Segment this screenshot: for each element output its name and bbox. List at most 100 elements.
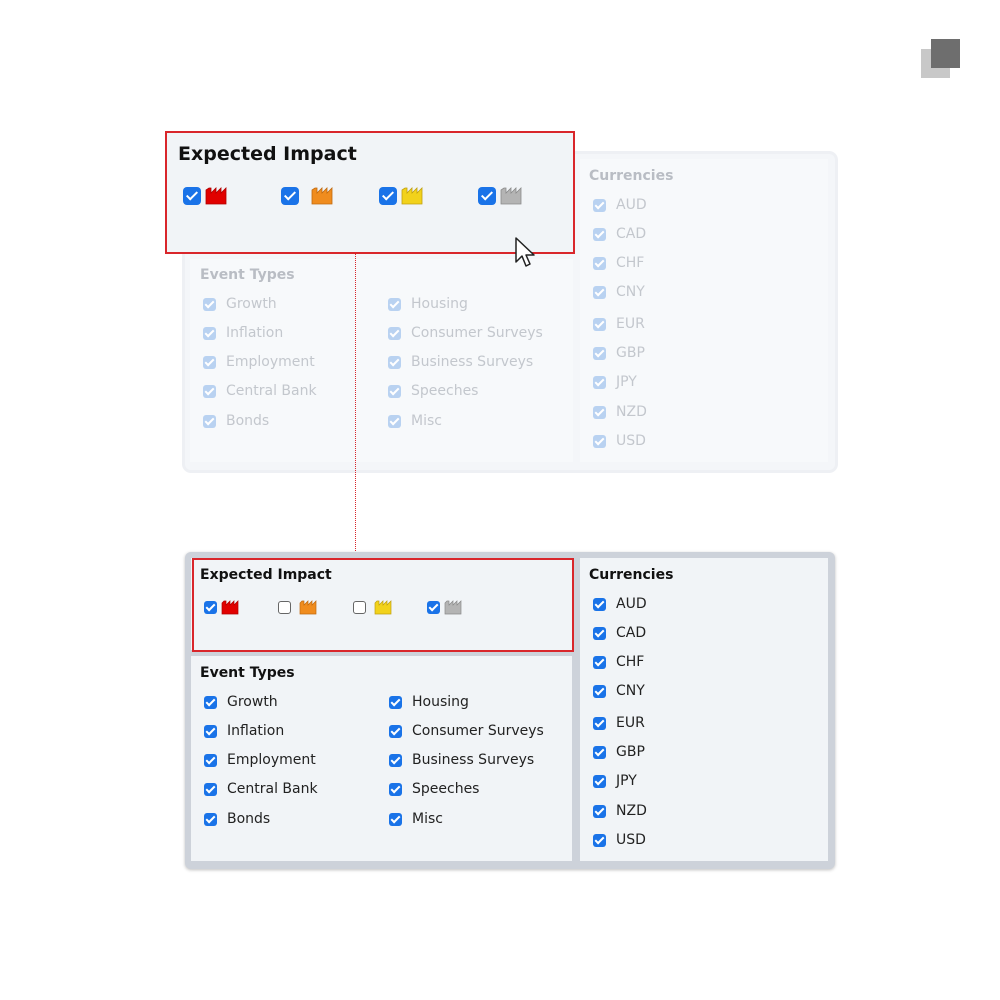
checkbox-label: Employment bbox=[227, 752, 316, 768]
checkbox-consumer-surveys[interactable]: Consumer Surveys bbox=[389, 723, 544, 739]
checkbox-inflation[interactable]: Inflation bbox=[203, 325, 283, 341]
checkbox[interactable] bbox=[203, 414, 216, 428]
checkbox[interactable] bbox=[204, 812, 217, 826]
checkbox[interactable] bbox=[379, 187, 397, 205]
checkbox-growth[interactable]: Growth bbox=[203, 296, 277, 312]
checkbox-inflation[interactable]: Inflation bbox=[204, 723, 284, 739]
checkbox[interactable] bbox=[204, 695, 217, 709]
checkbox[interactable] bbox=[593, 597, 606, 611]
checkbox-label: CHF bbox=[616, 654, 645, 670]
callout-impact-none[interactable] bbox=[478, 187, 524, 205]
checkbox-gbp[interactable]: GBP bbox=[593, 744, 645, 760]
checkbox[interactable] bbox=[593, 346, 606, 360]
checkbox-bonds[interactable]: Bonds bbox=[203, 413, 269, 429]
factory-orange-icon bbox=[311, 187, 333, 205]
checkbox-housing[interactable]: Housing bbox=[389, 694, 469, 710]
checkbox[interactable] bbox=[388, 326, 401, 340]
checkbox[interactable] bbox=[204, 724, 217, 738]
checkbox[interactable] bbox=[388, 384, 401, 398]
checkbox[interactable] bbox=[593, 285, 606, 299]
checkbox-bonds[interactable]: Bonds bbox=[204, 811, 270, 827]
checkbox[interactable] bbox=[593, 804, 606, 818]
checkbox-label: GBP bbox=[616, 345, 645, 361]
checkbox-eur[interactable]: EUR bbox=[593, 316, 645, 332]
checkbox-nzd[interactable]: NZD bbox=[593, 404, 647, 420]
checkbox-usd[interactable]: USD bbox=[593, 433, 646, 449]
checkbox-misc[interactable]: Misc bbox=[388, 413, 442, 429]
event-types-section: Event Types Growth Inflation Employment … bbox=[191, 656, 572, 861]
checkbox-consumer-surveys[interactable]: Consumer Surveys bbox=[388, 325, 543, 341]
checkbox[interactable] bbox=[183, 187, 201, 205]
checkbox-housing[interactable]: Housing bbox=[388, 296, 468, 312]
checkbox[interactable] bbox=[593, 655, 606, 669]
checkbox-speeches[interactable]: Speeches bbox=[388, 383, 478, 399]
checkbox[interactable] bbox=[593, 833, 606, 847]
checkbox[interactable] bbox=[593, 317, 606, 331]
callout-impact-low[interactable] bbox=[379, 187, 425, 205]
checkbox[interactable] bbox=[389, 724, 402, 738]
checkbox[interactable] bbox=[593, 405, 606, 419]
checkbox-aud[interactable]: AUD bbox=[593, 596, 647, 612]
checkbox-cny[interactable]: CNY bbox=[593, 284, 645, 300]
checkbox-cad[interactable]: CAD bbox=[593, 625, 646, 641]
checkbox[interactable] bbox=[204, 782, 217, 796]
checkbox-nzd[interactable]: NZD bbox=[593, 803, 647, 819]
checkbox-jpy[interactable]: JPY bbox=[593, 773, 637, 789]
checkbox[interactable] bbox=[593, 774, 606, 788]
checkbox[interactable] bbox=[389, 812, 402, 826]
checkbox-usd[interactable]: USD bbox=[593, 832, 646, 848]
checkbox[interactable] bbox=[593, 434, 606, 448]
callout-impact-high[interactable] bbox=[183, 187, 229, 205]
checkbox[interactable] bbox=[388, 414, 401, 428]
currencies-heading: Currencies bbox=[589, 567, 674, 583]
checkbox[interactable] bbox=[593, 256, 606, 270]
checkbox-business-surveys[interactable]: Business Surveys bbox=[388, 354, 533, 370]
checkbox-eur[interactable]: EUR bbox=[593, 715, 645, 731]
callout-impact-medium[interactable] bbox=[281, 187, 335, 205]
checkbox[interactable] bbox=[593, 716, 606, 730]
checkbox[interactable] bbox=[593, 745, 606, 759]
checkbox-label: CHF bbox=[616, 255, 645, 271]
checkbox-chf[interactable]: CHF bbox=[593, 255, 644, 271]
checkbox-label: Growth bbox=[227, 694, 278, 710]
checkbox-central-bank[interactable]: Central Bank bbox=[203, 383, 317, 399]
checkbox-cad[interactable]: CAD bbox=[593, 226, 646, 242]
checkbox[interactable] bbox=[203, 355, 216, 369]
checkbox-employment[interactable]: Employment bbox=[203, 354, 315, 370]
checkbox[interactable] bbox=[593, 198, 606, 212]
checkbox[interactable] bbox=[281, 187, 299, 205]
checkbox-label: Growth bbox=[226, 296, 277, 312]
checkbox-aud[interactable]: AUD bbox=[593, 197, 647, 213]
checkbox-employment[interactable]: Employment bbox=[204, 752, 316, 768]
checkbox-label: EUR bbox=[616, 715, 645, 731]
checkbox[interactable] bbox=[593, 684, 606, 698]
checkbox-business-surveys[interactable]: Business Surveys bbox=[389, 752, 534, 768]
checkbox[interactable] bbox=[204, 753, 217, 767]
checkbox-misc[interactable]: Misc bbox=[389, 811, 443, 827]
checkbox[interactable] bbox=[388, 297, 401, 311]
checkbox-label: Misc bbox=[411, 413, 442, 429]
checkbox-gbp[interactable]: GBP bbox=[593, 345, 645, 361]
checkbox-label: JPY bbox=[616, 374, 637, 390]
checkbox[interactable] bbox=[389, 782, 402, 796]
checkbox[interactable] bbox=[388, 355, 401, 369]
checkbox[interactable] bbox=[203, 297, 216, 311]
checkbox[interactable] bbox=[203, 326, 216, 340]
factory-gray-icon bbox=[500, 187, 522, 205]
checkbox-growth[interactable]: Growth bbox=[204, 694, 278, 710]
checkbox-chf[interactable]: CHF bbox=[593, 654, 644, 670]
checkbox[interactable] bbox=[593, 626, 606, 640]
checkbox-label: Inflation bbox=[227, 723, 285, 739]
currencies-section-faded: Currencies AUD CAD CHF CNY EUR GBP JPY N… bbox=[580, 159, 828, 462]
checkbox[interactable] bbox=[478, 187, 496, 205]
checkbox[interactable] bbox=[593, 375, 606, 389]
checkbox-speeches[interactable]: Speeches bbox=[389, 781, 479, 797]
checkbox[interactable] bbox=[389, 753, 402, 767]
checkbox[interactable] bbox=[389, 695, 402, 709]
checkbox[interactable] bbox=[203, 384, 216, 398]
checkbox[interactable] bbox=[593, 227, 606, 241]
checkbox-jpy[interactable]: JPY bbox=[593, 374, 637, 390]
checkbox-label: Misc bbox=[412, 811, 443, 827]
checkbox-central-bank[interactable]: Central Bank bbox=[204, 781, 318, 797]
checkbox-cny[interactable]: CNY bbox=[593, 683, 645, 699]
